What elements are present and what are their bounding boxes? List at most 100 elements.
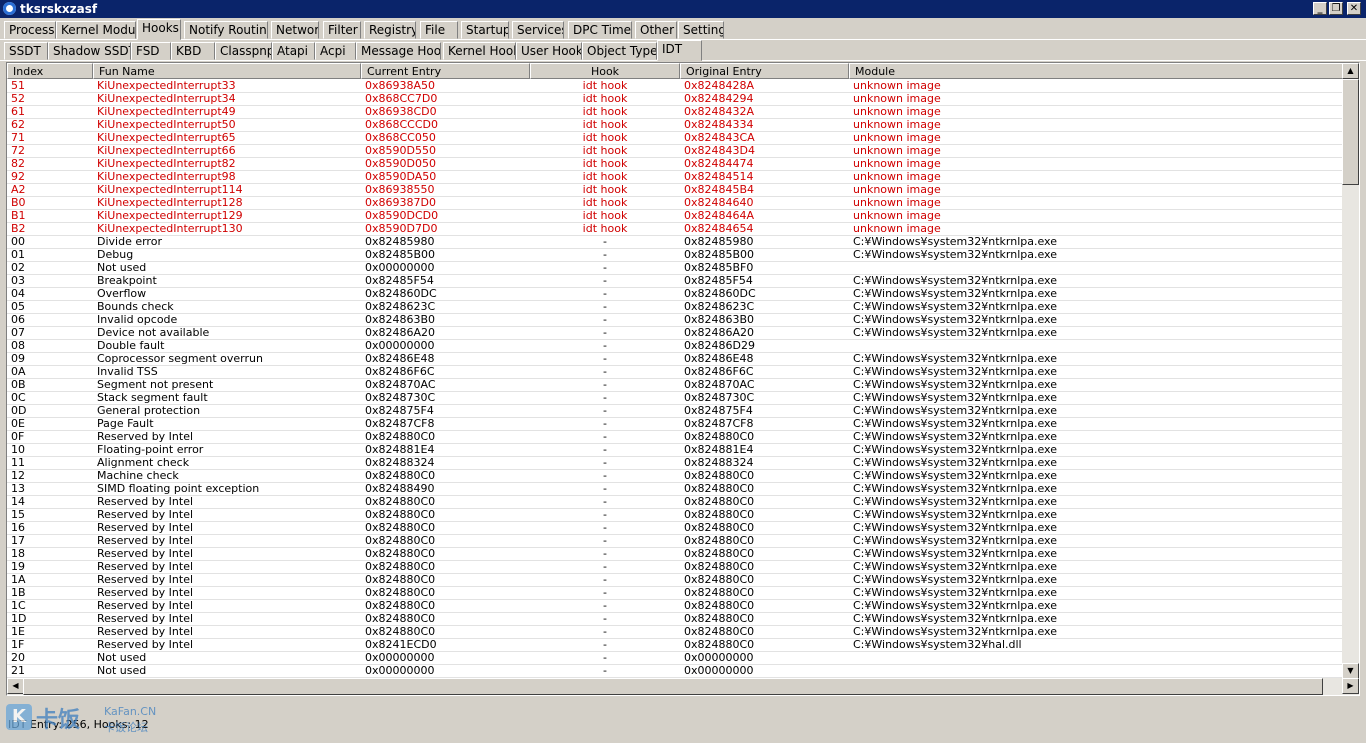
table-row[interactable]: 1C Reserved by Intel 0x824880C0 - 0x824880C0… [7, 600, 1343, 613]
cell-current-entry: 0x824880C0 [365, 626, 436, 638]
column-header-hook[interactable]: Hook [530, 63, 680, 79]
tab-filter[interactable]: Filter [323, 21, 361, 39]
table-row[interactable]: 82 KiUnexpectedInterrupt82 0x8590D050 idt h… [7, 158, 1343, 171]
table-row[interactable]: 01 Debug 0x82485B00 - 0x82485B00 C:¥Windows¥s… [7, 249, 1343, 262]
table-row[interactable]: 14 Reserved by Intel 0x824880C0 - 0x824880C0… [7, 496, 1343, 509]
table-row[interactable]: 08 Double fault 0x00000000 - 0x82486D29 [7, 340, 1343, 353]
cell-module: C:¥Windows¥system32¥ntkrnlpa.exe [853, 535, 1057, 547]
column-header-index[interactable]: Index [7, 63, 93, 79]
table-row[interactable]: 11 Alignment check 0x82488324 - 0x82488324 C:… [7, 457, 1343, 470]
table-row[interactable]: 13 SIMD floating point exception 0x8248849… [7, 483, 1343, 496]
cell-hook: - [603, 652, 607, 664]
cell-fun-name: KiUnexpectedInterrupt65 [97, 132, 236, 144]
subtab-idt[interactable]: IDT [657, 40, 702, 61]
table-row[interactable]: 1A Reserved by Intel 0x824880C0 - 0x824880C0… [7, 574, 1343, 587]
table-row[interactable]: 0F Reserved by Intel 0x824880C0 - 0x824880C0… [7, 431, 1343, 444]
tab-registry[interactable]: Registry [364, 21, 416, 39]
table-row[interactable]: 05 Bounds check 0x8248623C - 0x8248623C C:¥Wi… [7, 301, 1343, 314]
table-row[interactable]: 18 Reserved by Intel 0x824880C0 - 0x824880C0… [7, 548, 1343, 561]
table-row[interactable]: 61 KiUnexpectedInterrupt49 0x86938CD0 idt h… [7, 106, 1343, 119]
scroll-right-icon[interactable]: ▶ [1342, 678, 1359, 694]
tab-hooks[interactable]: Hooks [137, 19, 181, 40]
table-row[interactable]: 51 KiUnexpectedInterrupt33 0x86938A50 idt h… [7, 80, 1343, 93]
table-row[interactable]: 1D Reserved by Intel 0x824880C0 - 0x824880C0… [7, 613, 1343, 626]
table-row[interactable]: 72 KiUnexpectedInterrupt66 0x8590D550 idt h… [7, 145, 1343, 158]
tab-services[interactable]: Services [512, 21, 564, 39]
cell-module: C:¥Windows¥system32¥ntkrnlpa.exe [853, 470, 1057, 482]
table-row[interactable]: A2 KiUnexpectedInterrupt114 0x86938550 idt … [7, 184, 1343, 197]
table-row[interactable]: 06 Invalid opcode 0x824863B0 - 0x824863B0 C:¥… [7, 314, 1343, 327]
tab-file[interactable]: File [420, 21, 458, 39]
table-row[interactable]: 1E Reserved by Intel 0x824880C0 - 0x824880C0… [7, 626, 1343, 639]
table-row[interactable]: 12 Machine check 0x824880C0 - 0x824880C0 C:¥W… [7, 470, 1343, 483]
table-row[interactable]: 0C Stack segment fault 0x8248730C - 0x824873… [7, 392, 1343, 405]
table-row[interactable]: 52 KiUnexpectedInterrupt34 0x868CC7D0 idt h… [7, 93, 1343, 106]
vertical-scroll-thumb[interactable] [1342, 79, 1359, 185]
cell-module: C:¥Windows¥system32¥ntkrnlpa.exe [853, 379, 1057, 391]
subtab-kernel-hook[interactable]: Kernel Hook [443, 42, 516, 60]
subtab-ssdt[interactable]: SSDT [4, 42, 48, 60]
tab-kernel-module[interactable]: Kernel Module [56, 21, 136, 39]
restore-button[interactable]: ❐ [1329, 2, 1343, 15]
vertical-scrollbar[interactable]: ▲ ▼ [1342, 63, 1359, 679]
cell-index: 14 [11, 496, 25, 508]
tab-setting[interactable]: Setting [678, 21, 724, 39]
table-row[interactable]: B0 KiUnexpectedInterrupt128 0x869387D0 idt … [7, 197, 1343, 210]
table-row[interactable]: 04 Overflow 0x824860DC - 0x824860DC C:¥Window… [7, 288, 1343, 301]
table-row[interactable]: 10 Floating-point error 0x824881E4 - 0x82488… [7, 444, 1343, 457]
subtab-kbd[interactable]: KBD [171, 42, 215, 60]
subtab-atapi[interactable]: Atapi [272, 42, 315, 60]
table-row[interactable]: 19 Reserved by Intel 0x824880C0 - 0x824880C0… [7, 561, 1343, 574]
idt-list-view[interactable]: Index Fun Name Current Entry Hook Origin… [6, 62, 1360, 696]
tab-dpc-timer[interactable]: DPC Timer [568, 21, 632, 39]
table-row[interactable]: B1 KiUnexpectedInterrupt129 0x8590DCD0 idt … [7, 210, 1343, 223]
minimize-button[interactable]: _ [1313, 2, 1327, 15]
tab-network[interactable]: Network [271, 21, 319, 39]
column-header-original-entry[interactable]: Original Entry [680, 63, 849, 79]
table-row[interactable]: 09 Coprocessor segment overrun 0x82486E48 -… [7, 353, 1343, 366]
table-row[interactable]: 1B Reserved by Intel 0x824880C0 - 0x824880C0… [7, 587, 1343, 600]
table-row[interactable]: 1F Reserved by Intel 0x8241ECD0 - 0x824880C0… [7, 639, 1343, 652]
table-row[interactable]: 17 Reserved by Intel 0x824880C0 - 0x824880C0… [7, 535, 1343, 548]
cell-current-entry: 0x82486E48 [365, 353, 435, 365]
horizontal-scrollbar[interactable]: ◀ ▶ [7, 678, 1359, 695]
column-header-module[interactable]: Module [849, 63, 1343, 79]
subtab-classpnp[interactable]: Classpnp [215, 42, 272, 60]
column-header-current-entry[interactable]: Current Entry [361, 63, 530, 79]
table-row[interactable]: 0D General protection 0x824875F4 - 0x824875F… [7, 405, 1343, 418]
subtab-shadow-ssdt[interactable]: Shadow SSDT [48, 42, 131, 60]
scroll-down-icon[interactable]: ▼ [1342, 663, 1359, 679]
cell-current-entry: 0x82486F6C [365, 366, 435, 378]
scroll-left-icon[interactable]: ◀ [7, 678, 24, 694]
tab-notify-routine[interactable]: Notify Routine [184, 21, 268, 39]
subtab-fsd[interactable]: FSD [131, 42, 171, 60]
subtab-user-hook[interactable]: User Hook [516, 42, 582, 60]
scroll-up-icon[interactable]: ▲ [1342, 63, 1359, 79]
tab-process[interactable]: Process [4, 21, 56, 39]
horizontal-scroll-thumb[interactable] [23, 678, 1323, 695]
table-row[interactable]: 03 Breakpoint 0x82485F54 - 0x82485F54 C:¥Wind… [7, 275, 1343, 288]
subtab-object-type[interactable]: Object Type [582, 42, 657, 60]
table-row[interactable]: 21 Not used 0x00000000 - 0x00000000 [7, 665, 1343, 678]
table-row[interactable]: 0B Segment not present 0x824870AC - 0x824870… [7, 379, 1343, 392]
table-row[interactable]: 62 KiUnexpectedInterrupt50 0x868CCCD0 idt h… [7, 119, 1343, 132]
subtab-message-hook[interactable]: Message Hook [356, 42, 441, 60]
cell-current-entry: 0x824860DC [365, 288, 437, 300]
subtab-acpi[interactable]: Acpi [315, 42, 356, 60]
close-button[interactable]: ✕ [1347, 2, 1361, 15]
cell-module: C:¥Windows¥system32¥ntkrnlpa.exe [853, 366, 1057, 378]
table-row[interactable]: B2 KiUnexpectedInterrupt130 0x8590D7D0 idt … [7, 223, 1343, 236]
table-row[interactable]: 0A Invalid TSS 0x82486F6C - 0x82486F6C C:¥Win… [7, 366, 1343, 379]
table-row[interactable]: 02 Not used 0x00000000 - 0x82485BF0 [7, 262, 1343, 275]
tab-other[interactable]: Other [635, 21, 677, 39]
table-row[interactable]: 71 KiUnexpectedInterrupt65 0x868CC050 idt h… [7, 132, 1343, 145]
table-row[interactable]: 92 KiUnexpectedInterrupt98 0x8590DA50 idt h… [7, 171, 1343, 184]
table-row[interactable]: 0E Page Fault 0x82487CF8 - 0x82487CF8 C:¥Wind… [7, 418, 1343, 431]
table-row[interactable]: 07 Device not available 0x82486A20 - 0x82486… [7, 327, 1343, 340]
tab-startup[interactable]: Startup [461, 21, 509, 39]
column-header-fun-name[interactable]: Fun Name [93, 63, 361, 79]
table-row[interactable]: 16 Reserved by Intel 0x824880C0 - 0x824880C0… [7, 522, 1343, 535]
table-row[interactable]: 00 Divide error 0x82485980 - 0x82485980 C:¥Wi… [7, 236, 1343, 249]
table-row[interactable]: 15 Reserved by Intel 0x824880C0 - 0x824880C0… [7, 509, 1343, 522]
table-row[interactable]: 20 Not used 0x00000000 - 0x00000000 [7, 652, 1343, 665]
